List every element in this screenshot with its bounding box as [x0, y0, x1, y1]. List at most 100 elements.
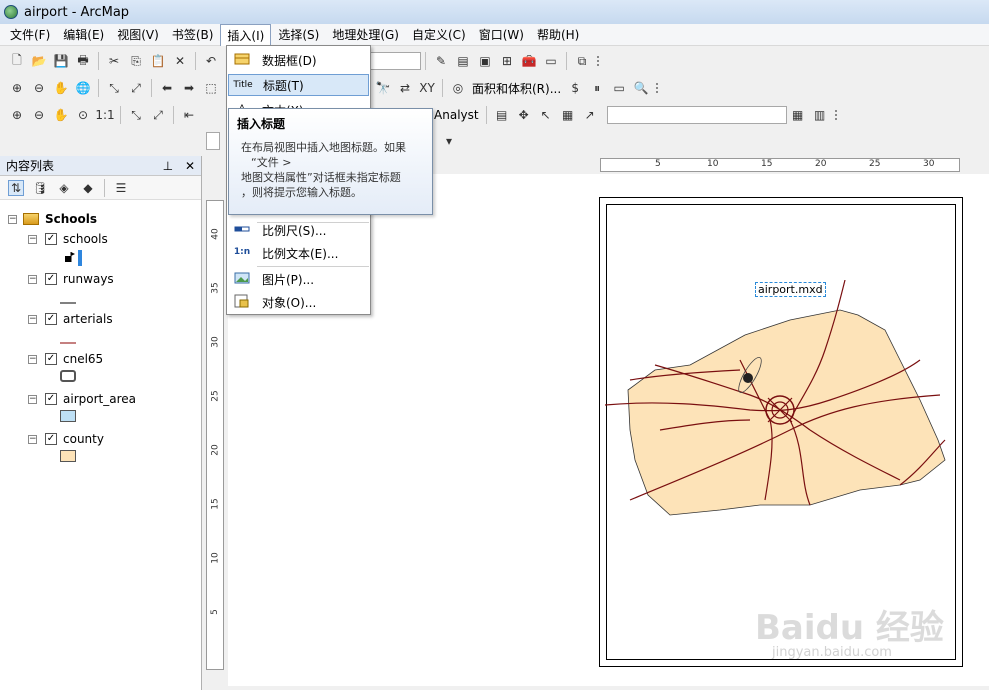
- directions-icon[interactable]: ↗: [582, 107, 598, 123]
- fixed-zoom-out-icon[interactable]: ⤢: [128, 80, 144, 96]
- go-back-extent-icon[interactable]: ⇤: [181, 107, 197, 123]
- select-features-icon[interactable]: ⬚: [203, 80, 219, 96]
- layer-visibility-checkbox[interactable]: ✓: [45, 313, 57, 325]
- create-network-location-icon[interactable]: ✥: [516, 107, 532, 123]
- insert-scale-text[interactable]: 1:n 比例文本(E)...: [228, 242, 369, 264]
- options-icon[interactable]: ☰: [113, 180, 129, 196]
- swipe-icon[interactable]: $: [567, 80, 583, 96]
- layer-row-cnel65[interactable]: − ✓ cnel65: [28, 350, 103, 368]
- layer-row-arterials[interactable]: − ✓ arterials: [28, 310, 113, 328]
- layout-zoom-out-icon[interactable]: ⊖: [31, 107, 47, 123]
- menu-file[interactable]: 文件(F): [4, 24, 56, 45]
- collapse-icon[interactable]: −: [28, 434, 37, 444]
- map-title-element[interactable]: airport.mxd: [755, 282, 826, 297]
- collapse-icon[interactable]: −: [8, 214, 17, 224]
- full-extent-icon[interactable]: 🌐: [75, 80, 91, 96]
- print-icon[interactable]: 🖶: [75, 53, 91, 69]
- undo-icon[interactable]: ↶: [203, 53, 219, 69]
- pin-icon[interactable]: ⊥: [163, 159, 173, 173]
- insert-object[interactable]: 对象(O)...: [228, 291, 369, 313]
- menu-view[interactable]: 视图(V): [111, 24, 165, 45]
- table-of-contents-icon[interactable]: ▤: [455, 53, 471, 69]
- fixed-zoom-in-layout-icon[interactable]: ⤡: [128, 107, 144, 123]
- list-by-visibility-icon[interactable]: ◈: [56, 180, 72, 196]
- solve-icon[interactable]: ▦: [790, 107, 806, 123]
- arterial-line-symbol[interactable]: [60, 334, 76, 348]
- delete-icon[interactable]: ✕: [172, 53, 188, 69]
- menu-selection[interactable]: 选择(S): [272, 24, 325, 45]
- county-map[interactable]: [600, 280, 960, 530]
- county-polygon-symbol[interactable]: [60, 450, 76, 465]
- find-icon[interactable]: 🔭: [375, 80, 391, 96]
- open-folder-icon[interactable]: 📂: [31, 53, 47, 69]
- runway-line-symbol[interactable]: [60, 294, 76, 308]
- arctoolbox-icon[interactable]: 🧰: [521, 53, 537, 69]
- close-icon[interactable]: ✕: [185, 159, 195, 173]
- list-by-drawing-order-icon[interactable]: ⇅: [8, 179, 24, 196]
- copy-icon[interactable]: ⎘: [128, 53, 144, 69]
- draw-combo[interactable]: [206, 132, 220, 150]
- layer-row-county[interactable]: − ✓ county: [28, 430, 104, 448]
- insert-data-frame[interactable]: 数据框(D): [228, 49, 369, 71]
- model-builder-icon[interactable]: ⧉: [574, 53, 590, 69]
- layout-pan-icon[interactable]: ✋: [53, 107, 69, 123]
- menu-bookmarks[interactable]: 书签(B): [166, 24, 220, 45]
- layer-visibility-checkbox[interactable]: ✓: [45, 393, 57, 405]
- layer-visibility-checkbox[interactable]: ✓: [45, 353, 57, 365]
- menu-geoprocessing[interactable]: 地理处理(G): [326, 24, 405, 45]
- menu-insert[interactable]: 插入(I): [220, 23, 272, 46]
- cnel65-polygon-symbol[interactable]: [60, 370, 76, 385]
- select-move-network-icon[interactable]: ↖: [538, 107, 554, 123]
- cut-icon[interactable]: ✂: [106, 53, 122, 69]
- toolbar-grip[interactable]: [597, 56, 603, 66]
- menu-customize[interactable]: 自定义(C): [406, 24, 472, 45]
- menu-edit[interactable]: 编辑(E): [57, 24, 110, 45]
- zoom-in-icon[interactable]: ⊕: [9, 80, 25, 96]
- area-volume-button[interactable]: 面积和体积(R)...: [469, 80, 564, 97]
- catalog-icon[interactable]: ▣: [477, 53, 493, 69]
- insert-title[interactable]: Title 标题(T): [228, 74, 369, 96]
- fixed-zoom-out-layout-icon[interactable]: ⤢: [150, 107, 166, 123]
- back-extent-icon[interactable]: ⬅: [159, 80, 175, 96]
- paste-icon[interactable]: 📋: [150, 53, 166, 69]
- forward-extent-icon[interactable]: ➡: [181, 80, 197, 96]
- grid-icon[interactable]: ▦: [560, 107, 576, 123]
- save-icon[interactable]: 💾: [53, 53, 69, 69]
- zoom-out-icon[interactable]: ⊖: [31, 80, 47, 96]
- collapse-icon[interactable]: −: [28, 314, 37, 324]
- list-by-source-icon[interactable]: 🛢: [32, 180, 48, 196]
- list-by-selection-icon[interactable]: ◆: [80, 180, 96, 196]
- pan-icon[interactable]: ✋: [53, 80, 69, 96]
- layer-row-schools[interactable]: − ✓ schools: [28, 230, 108, 248]
- zoom-whole-page-icon[interactable]: ⊙: [75, 107, 91, 123]
- airport-area-polygon-symbol[interactable]: [60, 410, 76, 425]
- fixed-zoom-in-icon[interactable]: ⤡: [106, 80, 122, 96]
- network-analyst-window-icon[interactable]: ▤: [494, 107, 510, 123]
- collapse-icon[interactable]: −: [28, 234, 37, 244]
- layer-visibility-checkbox[interactable]: ✓: [45, 433, 57, 445]
- layout-zoom-in-icon[interactable]: ⊕: [9, 107, 25, 123]
- search-window-icon[interactable]: ⊞: [499, 53, 515, 69]
- area-volume-icon[interactable]: ◎: [450, 80, 466, 96]
- layer-visibility-checkbox[interactable]: ✓: [45, 273, 57, 285]
- identify-icon[interactable]: 🔍: [633, 80, 649, 96]
- html-popup-icon[interactable]: ▭: [611, 80, 627, 96]
- menu-windows[interactable]: 窗口(W): [473, 24, 530, 45]
- analysis-layer-combo[interactable]: [606, 106, 787, 124]
- collapse-icon[interactable]: −: [28, 394, 37, 404]
- school-point-symbol[interactable]: [62, 250, 86, 269]
- insert-picture[interactable]: 图片(P)...: [228, 268, 369, 290]
- time-slider-icon[interactable]: ⏸: [589, 80, 605, 96]
- data-frame-row[interactable]: − Schools: [8, 210, 97, 228]
- python-window-icon[interactable]: ▭: [543, 53, 559, 69]
- go-to-xy-icon[interactable]: XY: [419, 80, 435, 96]
- layer-row-runways[interactable]: − ✓ runways: [28, 270, 114, 288]
- menu-help[interactable]: 帮助(H): [531, 24, 585, 45]
- layer-visibility-checkbox[interactable]: ✓: [45, 233, 57, 245]
- toolbar-grip[interactable]: [834, 110, 841, 120]
- draw-dropdown-arrow-icon[interactable]: ▾: [441, 133, 457, 149]
- zoom-100-percent-icon[interactable]: 1:1: [95, 107, 114, 123]
- toolbar-grip[interactable]: [656, 83, 662, 93]
- editor-toolbar-icon[interactable]: ✎: [433, 53, 449, 69]
- layer-row-airport-area[interactable]: − ✓ airport_area: [28, 390, 136, 408]
